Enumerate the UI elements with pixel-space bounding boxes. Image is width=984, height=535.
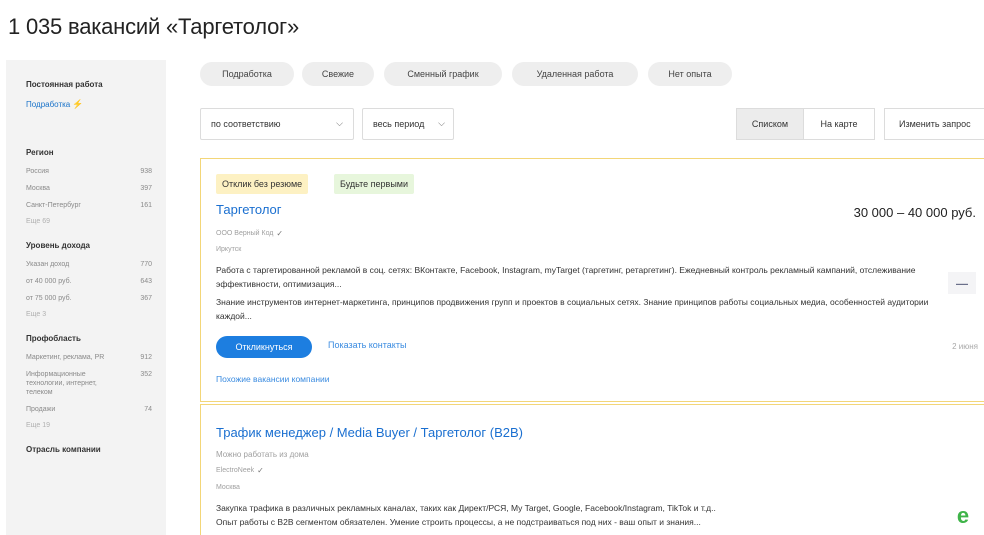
filter-item-count: 74 — [144, 406, 152, 413]
company-logo[interactable]: ▬▬▬ — [948, 272, 976, 294]
vacancy-responsibilities: Закупка трафика в различных рекламных ка… — [216, 503, 716, 513]
vacancy-city: Москва — [216, 484, 240, 491]
chip-shift-schedule[interactable]: Сменный график — [384, 62, 502, 86]
filter-item-income[interactable]: от 75 000 руб. 367 — [26, 294, 152, 303]
filter-link-label: Подработка — [26, 100, 71, 109]
industry-heading: Отрасль компании — [26, 445, 101, 454]
view-list-button[interactable]: Списком — [736, 108, 804, 140]
company-name: ООО Верный Код — [216, 230, 274, 237]
company-logo[interactable]: e — [950, 503, 976, 529]
vacancy-requirements: Опыт работы с B2B сегментом обязателен. … — [216, 517, 701, 527]
apply-button[interactable]: Откликнуться — [216, 336, 312, 358]
vacancy-title-link[interactable]: Трафик менеджер / Media Buyer / Таргетол… — [216, 425, 523, 440]
sort-select[interactable]: по соответствию ⌵ — [200, 108, 354, 140]
filter-item-income[interactable]: Указан доход 770 — [26, 260, 152, 269]
chip-part-time[interactable]: Подработка — [200, 62, 294, 86]
vacancy-requirements: Знание инструментов интернет-маркетинга,… — [216, 297, 929, 321]
filter-item-income[interactable]: от 40 000 руб. 643 — [26, 277, 152, 286]
filter-item-count: 912 — [140, 354, 152, 361]
badge-be-first: Будьте первыми — [334, 174, 415, 194]
filter-item-region[interactable]: Россия 938 — [26, 167, 152, 176]
filter-item-profarea[interactable]: Продажи 74 — [26, 405, 152, 414]
company-logo-mark: ▬▬▬ — [956, 280, 968, 286]
show-more-link[interactable]: Еще 3 — [26, 311, 152, 318]
vacancy-city: Иркутск — [216, 246, 242, 253]
filter-item-label: Указан доход — [26, 261, 70, 268]
chip-fresh[interactable]: Свежие — [302, 62, 374, 86]
show-more-link[interactable]: Еще 19 — [26, 422, 152, 429]
vacancy-salary: 30 000 – 40 000 руб. — [853, 205, 976, 220]
filter-item-count: 161 — [140, 202, 152, 209]
vacancy-responsibilities: Работа с таргетированной рекламой в соц.… — [216, 265, 916, 289]
vacancy-title-link[interactable]: Таргетолог — [216, 202, 282, 217]
filter-item-region[interactable]: Москва 397 — [26, 184, 152, 193]
vacancy-date: 2 июня — [952, 342, 978, 351]
view-map-button[interactable]: На карте — [803, 108, 875, 140]
filter-item-label: Информационные технологии, интернет, тел… — [26, 371, 97, 396]
show-contacts-link[interactable]: Показать контакты — [328, 340, 406, 350]
vacancy-company[interactable]: ООО Верный Код ✓ — [216, 229, 283, 238]
show-more-link[interactable]: Еще 69 — [26, 218, 152, 225]
filter-item-label: Россия — [26, 168, 49, 175]
filter-item-label: Маркетинг, реклама, PR — [26, 354, 105, 361]
verified-check-icon: ✓ — [257, 466, 264, 475]
period-select-value: весь период — [373, 119, 425, 129]
filter-item-label: Продажи — [26, 406, 56, 413]
filter-item-profarea[interactable]: Маркетинг, реклама, PR 912 — [26, 353, 152, 362]
chevron-down-icon: ⌵ — [438, 118, 445, 128]
badge-no-resume: Отклик без резюме — [216, 174, 309, 194]
filter-item-label: Санкт-Петербург — [26, 202, 81, 209]
verified-check-icon: ✓ — [276, 229, 284, 238]
chip-no-experience[interactable]: Нет опыта — [648, 62, 732, 86]
filter-link-part-time[interactable]: Подработка ⚡ — [26, 99, 166, 110]
region-heading: Регион — [26, 148, 54, 157]
employment-heading: Постоянная работа — [26, 80, 103, 89]
filter-item-count: 938 — [140, 168, 152, 175]
period-select[interactable]: весь период ⌵ — [362, 108, 454, 140]
filter-item-count: 770 — [140, 261, 152, 268]
chevron-down-icon: ⌵ — [336, 118, 343, 128]
filter-item-count: 397 — [140, 185, 152, 192]
sort-select-value: по соответствию — [211, 119, 281, 129]
filter-item-label: от 40 000 руб. — [26, 278, 72, 285]
income-heading: Уровень дохода — [26, 241, 91, 250]
similar-vacancies-link[interactable]: Похожие вакансии компании — [216, 374, 330, 384]
company-name: ElectroNeek — [216, 467, 255, 474]
filter-item-profarea[interactable]: Информационные технологии, интернет, тел… — [26, 370, 152, 397]
filter-item-label: от 75 000 руб. — [26, 295, 72, 302]
filter-item-region[interactable]: Санкт-Петербург 161 — [26, 201, 152, 210]
filter-item-label: Москва — [26, 185, 50, 192]
change-query-button[interactable]: Изменить запрос — [884, 108, 984, 140]
profarea-heading: Профобласть — [26, 334, 81, 343]
remote-work-label: Можно работать из дома — [216, 450, 309, 459]
filter-item-count: 352 — [140, 371, 152, 378]
chip-remote[interactable]: Удаленная работа — [512, 62, 638, 86]
filter-item-count: 367 — [140, 295, 152, 302]
filter-item-count: 643 — [140, 278, 152, 285]
page-title: 1 035 вакансий «Таргетолог» — [8, 14, 299, 39]
vacancy-company[interactable]: ElectroNeek ✓ — [216, 466, 264, 475]
filters-sidebar: Постоянная работа Подработка ⚡ Регион Ро… — [6, 60, 166, 535]
lightning-icon: ⚡ — [72, 99, 84, 109]
